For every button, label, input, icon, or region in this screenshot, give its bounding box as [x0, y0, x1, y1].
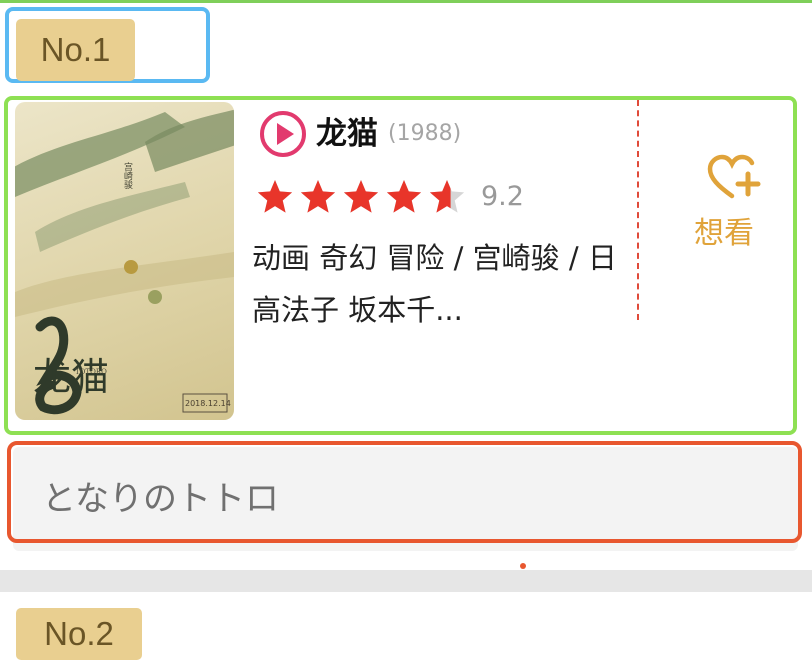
poster-title-en: TOTORO [75, 368, 107, 376]
star-icon [343, 180, 379, 213]
dashed-divider [637, 100, 639, 320]
page-indicator-dot [520, 563, 526, 569]
poster-title-art: 龙猫 [33, 355, 109, 399]
section-divider [0, 570, 812, 592]
heart-plus-icon[interactable] [706, 154, 762, 202]
star-icon [257, 180, 293, 213]
poster-director: 宫崎骏 [122, 161, 133, 190]
movie-year: (1988) [388, 121, 462, 146]
movie-title[interactable]: 龙猫 [316, 114, 378, 154]
movie-info: 动画 奇幻 冒险 / 宫崎骏 / 日高法子 坂本千... [252, 241, 617, 327]
rank-badge-2: No.2 [16, 608, 142, 660]
want-to-watch-button[interactable]: 想看 [694, 214, 754, 254]
star-icon [300, 180, 336, 213]
poster-art: 龙猫 TOTORO 2018.12.14 宫崎骏 [15, 109, 234, 415]
rank-badge: No.1 [16, 19, 135, 81]
poster-date: 2018.12.14 [185, 399, 231, 408]
rating-stars [257, 180, 465, 213]
top-accent-line [0, 0, 812, 3]
rating-score: 9.2 [481, 181, 524, 212]
star-icon [386, 180, 422, 213]
movie-poster[interactable]: 龙猫 TOTORO 2018.12.14 宫崎骏 [15, 102, 234, 420]
play-circle-icon[interactable] [258, 109, 308, 159]
alias-highlight-frame [7, 441, 802, 543]
